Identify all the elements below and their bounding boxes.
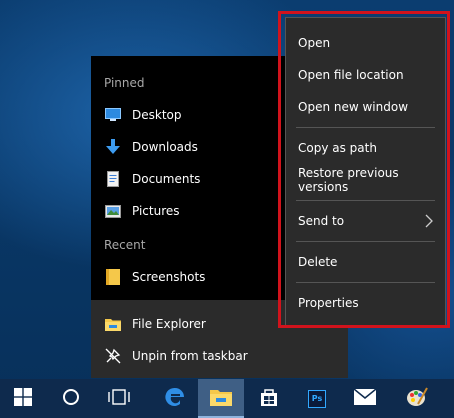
folder-icon (105, 269, 121, 285)
cortana-button[interactable] (48, 379, 94, 418)
paint-button[interactable] (394, 379, 440, 418)
task-view-icon (108, 388, 130, 409)
jumplist-item-label: Pictures (132, 204, 180, 218)
download-arrow-icon (105, 139, 121, 155)
jumplist-item-label: Screenshots (132, 270, 206, 284)
paint-icon (406, 386, 428, 412)
photoshop-button[interactable]: Ps (294, 379, 340, 418)
jumplist-item-label: Downloads (132, 140, 198, 154)
taskbar: Ps (0, 379, 454, 418)
jumplist-action-unpin[interactable]: Unpin from taskbar (91, 340, 348, 372)
file-explorer-taskbar-button[interactable] (198, 379, 244, 418)
cortana-circle-icon (62, 388, 80, 410)
store-icon (259, 387, 279, 411)
mail-button[interactable] (342, 379, 388, 418)
unpin-icon (105, 348, 121, 364)
jumplist-item-label: Desktop (132, 108, 182, 122)
mail-icon (353, 387, 377, 409)
task-view-button[interactable] (96, 379, 142, 418)
edge-button[interactable] (152, 379, 198, 418)
edge-icon (165, 387, 185, 411)
desktop-icon (105, 107, 121, 123)
windows-logo-icon (14, 387, 32, 410)
recent-header: Recent (104, 238, 146, 252)
jumplist-item-label: Documents (132, 172, 201, 186)
jumplist-item-label: File Explorer (132, 317, 206, 331)
highlight-box (278, 11, 450, 328)
pictures-icon (105, 203, 121, 219)
start-button[interactable] (0, 379, 46, 418)
file-explorer-icon (105, 316, 121, 332)
store-button[interactable] (246, 379, 292, 418)
photoshop-icon: Ps (308, 389, 326, 408)
document-icon (105, 171, 121, 187)
file-explorer-icon (210, 388, 232, 410)
pinned-header: Pinned (104, 76, 145, 90)
jumplist-item-label: Unpin from taskbar (132, 349, 248, 363)
